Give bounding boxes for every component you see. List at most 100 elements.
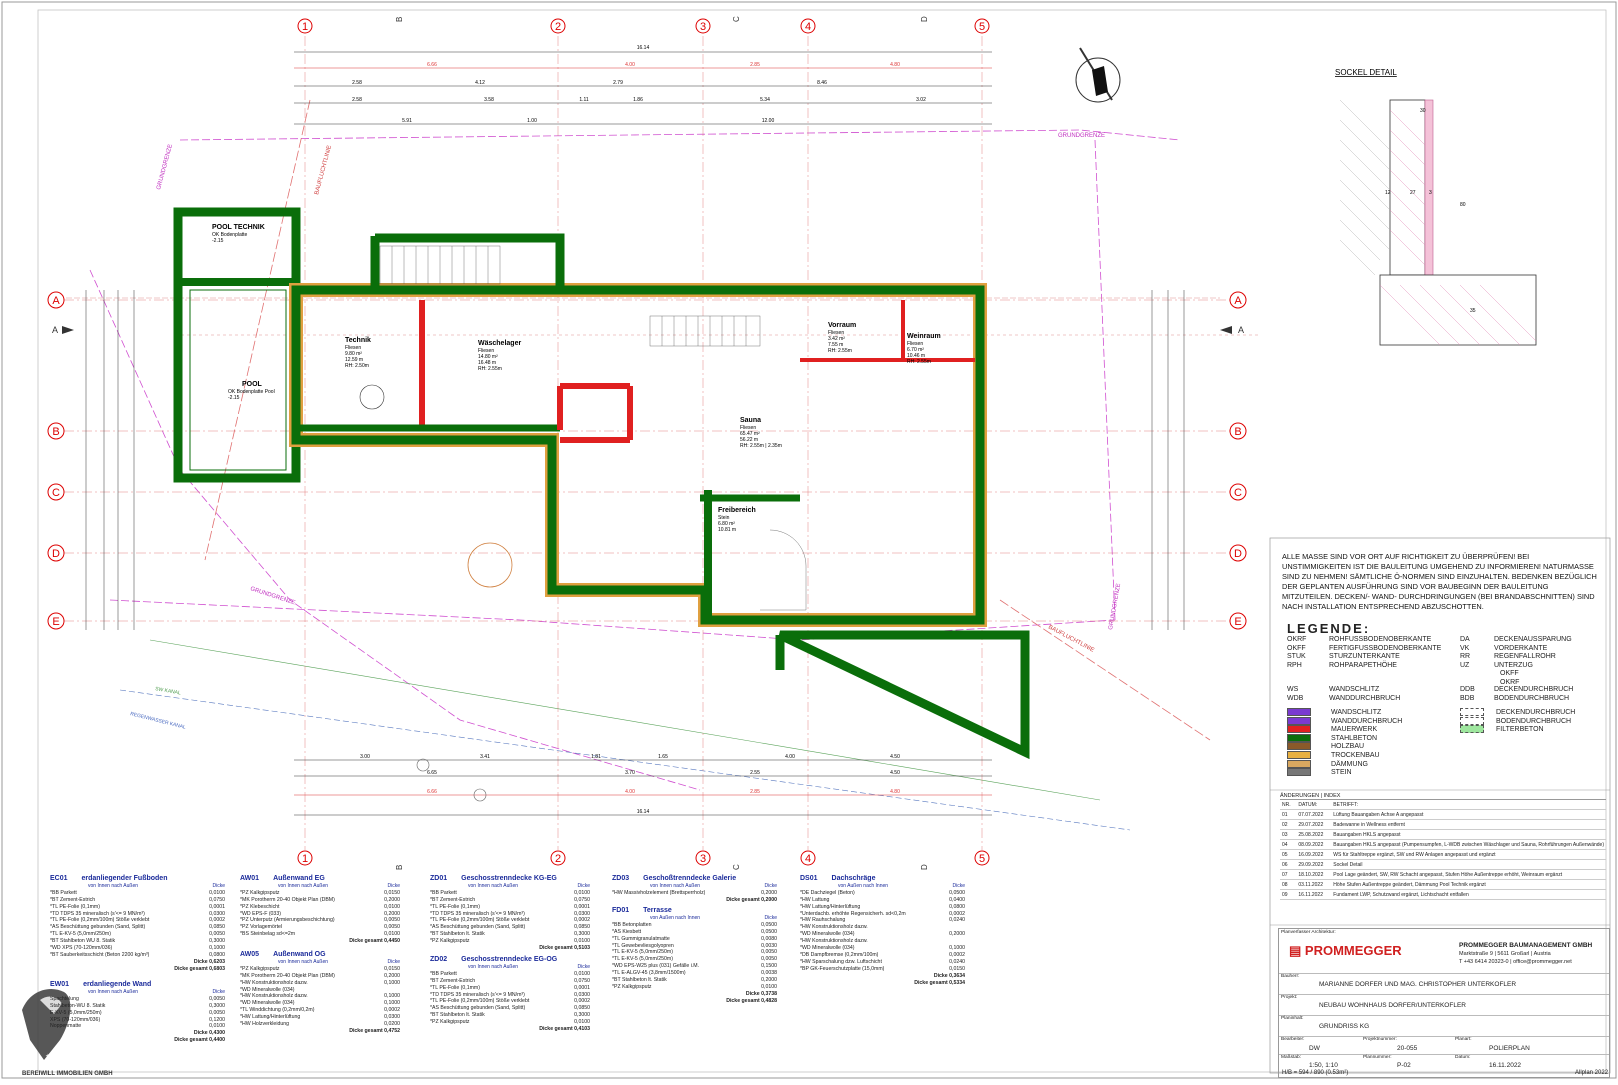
room-labels: POOL TECHNIKOK Bodenplatte-2.15 POOLOK B… <box>212 224 941 533</box>
svg-text:4.80: 4.80 <box>890 62 900 68</box>
svg-text:D: D <box>920 864 929 870</box>
svg-text:1.00: 1.00 <box>527 118 537 124</box>
label-regenwasser: REGENWASSER KANAL <box>130 711 187 731</box>
svg-text:1: 1 <box>302 21 308 33</box>
buildup-layer: *HW Konstruktionsholz dazw. 0,1000 <box>240 979 400 986</box>
buildup-layer: *PZ Klebeschicht 0,0100 <box>240 903 400 910</box>
label-grundgrenze-bottom: GRUNDGRENZE <box>249 586 296 606</box>
buildup-layer: *MK Porotherm 20-40 Objekt Plan (DBM) 0,2… <box>240 972 400 979</box>
svg-text:3.00: 3.00 <box>360 754 370 760</box>
changes-row: 06 29.09.2022 Sockel Detail <box>1280 859 1606 870</box>
buildup-layer: *HW Holzverkleidung 0,0200 <box>240 1021 400 1028</box>
svg-text:3.02: 3.02 <box>916 97 926 103</box>
svg-text:A: A <box>1234 295 1242 307</box>
buildup-sum: Dicke 0,3738 <box>745 990 777 997</box>
buildup-layer: *PZ Kalkgipsputz 0,0100 <box>430 938 590 945</box>
room-pool-technik: POOL TECHNIKOK Bodenplatte-2.15 <box>212 224 265 244</box>
buildup-zd01: ZD01 Geschosstrenndecke KG-EG von Innen na… <box>430 875 590 952</box>
buildup-layer: *BS Steinbelag sd<=2m 0,0100 <box>240 931 400 938</box>
svg-text:E: E <box>1234 616 1241 628</box>
buildup-layer: *TL PE-Folie (0,1mm) 0,0001 <box>430 903 590 910</box>
buildup-layer: *HW Lattung/Hinterlüftung 0,0800 <box>800 903 965 910</box>
svg-text:B: B <box>52 426 59 438</box>
changes-row: 05 16.09.2022 WS für Stahltreppe ergänzt, … <box>1280 849 1606 860</box>
buildup-layer: *TL E-KV-5 (5,0mm/250m) 0,0050 <box>612 956 777 963</box>
changes-row: 04 08.09.2022 Bauangaben HKLS angepasst (P… <box>1280 839 1606 850</box>
svg-text:4: 4 <box>805 853 811 865</box>
north-arrow-icon <box>1075 47 1121 103</box>
svg-text:E: E <box>52 616 59 628</box>
buildup-layer: E-KV-5 (5,0mm/250m) 0,0050 <box>50 1009 225 1016</box>
svg-text:C: C <box>1234 487 1242 499</box>
buildup-layer: *TD TDPS 35 mineralisch (s'<= 9 MN/m³) 0,… <box>50 910 225 917</box>
svg-text:6.66: 6.66 <box>427 62 437 68</box>
axis-3-top: 3 <box>695 18 711 850</box>
buildup-layer: *PZ Vorlagemörtel 0,0050 <box>240 924 400 931</box>
buildup-layer: *BB Parkett 0,0100 <box>50 889 225 896</box>
axis-4-top: 4 <box>800 18 816 850</box>
legend-swatch <box>1287 716 1311 725</box>
buildup-layer: *WD Mineralwolle (034) 0,1000 <box>800 945 965 952</box>
svg-text:2.79: 2.79 <box>613 80 623 86</box>
buildup-layer: *TL PE-Folie (0,1mm) 0,0001 <box>50 903 225 910</box>
buildup-layer: *BT Zement-Estrich 0,0750 <box>430 896 590 903</box>
buildup-sum: Dicke 0,6203 <box>193 958 225 965</box>
axis-grid-bottom: 1 2 3 4 5 B C D <box>297 850 990 870</box>
buildup-layer: *TL PE-Folie (0,2mm/100m) Stöße verklebt… <box>430 917 590 924</box>
svg-text:-2.15: -2.15 <box>212 238 224 244</box>
svg-text:1.65: 1.65 <box>658 754 668 760</box>
svg-text:2.55: 2.55 <box>750 770 760 776</box>
title-block: Planverfasser Architektur: ▤ PROMMEGGER … <box>1278 928 1610 1078</box>
dimension-chains-top: 16.14 6.66 4.00 2.85 4.80 2.58 4.12 2.79… <box>294 45 992 125</box>
label-sw-kanal: SW KANAL <box>155 686 182 696</box>
svg-text:2.58: 2.58 <box>352 80 362 86</box>
buildup-layer: *BT Zement-Estrich 0,0750 <box>50 896 225 903</box>
svg-text:★: ★ <box>45 1053 50 1060</box>
pool-building <box>173 207 301 483</box>
changes-row: 02 29.07.2022 Badewanne in Wellness entfer… <box>1280 819 1606 830</box>
buildup-layer: *WD Mineralwolle (034) <box>240 986 295 993</box>
buildup-layer: *BT Stahlbeton lt. Statik 0,2000 <box>612 977 777 984</box>
buildup-layer: *HW Massivholzelement (Brettsperrholz) 0,… <box>612 889 777 896</box>
buildup-layer: *WD EPS-F (033) 0,2000 <box>240 910 400 917</box>
tank-circle <box>359 384 385 410</box>
buildup-layer: *TL PE-Folie (0,2mm/100m) Stöße verklebt… <box>50 917 225 924</box>
buildup-layer: *HW Lattung/Hinterlüftung 0,0300 <box>240 1014 400 1021</box>
buildup-aw05: AW05 Außenwand OG von Innen nach Außen Dick… <box>240 951 400 1034</box>
svg-text:RH: 2.55m: RH: 2.55m <box>478 366 502 372</box>
buildup-layer: *BB Parkett 0,0100 <box>430 970 590 977</box>
changes-row: 07 18.10.2022 Pool Lage geändert, SW, RW S… <box>1280 869 1606 880</box>
company-logo: ▤ PROMMEGGER <box>1289 943 1402 958</box>
svg-text:5.34: 5.34 <box>760 97 770 103</box>
buildup-layer: *BT Sauberkeitsschicht (Beton 2200 kg/m³… <box>50 951 225 958</box>
svg-text:10.81 m: 10.81 m <box>718 527 736 533</box>
svg-text:Technik: Technik <box>345 337 371 344</box>
legend-swatch <box>1287 768 1311 777</box>
svg-text:Wäschelager: Wäschelager <box>478 340 521 347</box>
buildup-layer: *WD Mineralwolle (034) 0,1000 <box>240 1000 400 1007</box>
room-vorraum: VorraumFliesen3.42 m²7.55 mRH: 2.55m <box>828 322 856 354</box>
buildup-ds01: DS01 Dachschräge von Außen nach Innen Dicke… <box>800 875 965 986</box>
plan-sheet: GRUNDGRENZE GRUNDGRENZE GRUNDGRENZE GRUN… <box>0 0 1618 1080</box>
legend-title: LEGENDE: <box>1287 621 1371 636</box>
svg-text:3.41: 3.41 <box>480 754 490 760</box>
buildup-layer: *PZ Kalkgipsputz 0,0150 <box>240 965 400 972</box>
legend-material-item: MAUERWERK <box>1287 725 1457 734</box>
buildup-sum: Dicke gesamt 0,4828 <box>726 997 777 1004</box>
buildup-fd01: FD01 Terrasse von Außen nach Innen Dicke *BB… <box>612 907 777 1004</box>
svg-text:1.11: 1.11 <box>579 97 589 103</box>
buildup-layer: *PZ Kalkgipsputz 0,0100 <box>612 983 777 990</box>
legend-material-item: WANDSCHLITZ <box>1287 708 1457 717</box>
buildup-layer: *BB Parkett 0,0100 <box>430 889 590 896</box>
buildup-layer: *DB Dampfbremse (0,2mm/100m) 0,0002 <box>800 951 965 958</box>
legend-material-item: DÄMMUNG <box>1287 759 1457 769</box>
svg-text:Sauna: Sauna <box>740 417 761 424</box>
svg-text:5: 5 <box>979 21 985 33</box>
buildup-layer: *AS Beschüttung gebunden (Sand, Splitt) 0… <box>430 924 590 931</box>
svg-text:5.91: 5.91 <box>402 118 412 124</box>
changes-row: 08 03.11.2022 Höhe Stufen Außentreppe geän… <box>1280 879 1606 890</box>
buildup-layer: *BT Zement-Estrich 0,0750 <box>430 977 590 984</box>
buildup-layer: *TD TDPS 35 mineralisch (s'<= 9 MN/m³) 0,… <box>430 991 590 998</box>
legend-swatch <box>1460 716 1484 725</box>
buildup-layer: *AS Kiesbett 0,0500 <box>612 928 777 935</box>
